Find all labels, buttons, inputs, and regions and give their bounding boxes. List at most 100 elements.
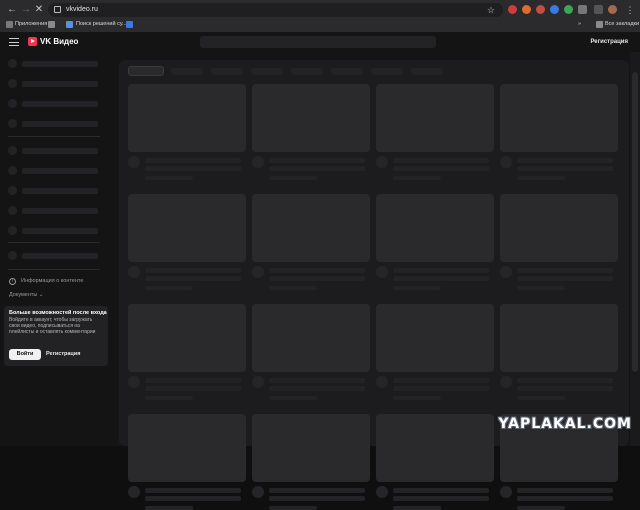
close-icon[interactable]: ✕ [33, 4, 45, 16]
skeleton-avatar [252, 156, 264, 168]
skeleton-tab[interactable] [371, 68, 403, 75]
skeleton-avatar [376, 156, 388, 168]
skeleton-line [517, 378, 613, 383]
skeleton-line [393, 396, 441, 400]
site-logo-text[interactable]: VK Видео [40, 37, 78, 47]
vk-logo-icon[interactable] [28, 37, 37, 46]
skeleton-thumbnail[interactable] [128, 304, 246, 372]
skeleton-tab[interactable] [331, 68, 363, 75]
sidebar-icon[interactable] [594, 5, 603, 14]
back-icon[interactable]: ← [6, 4, 18, 16]
scrollbar-thumb[interactable] [632, 72, 638, 372]
skeleton-line [145, 488, 241, 493]
more-bookmarks-icon[interactable]: » [578, 20, 581, 29]
extension-icon[interactable] [508, 5, 517, 14]
skeleton-icon [8, 206, 17, 215]
site-info-icon[interactable] [54, 6, 61, 13]
skeleton-line [269, 158, 365, 163]
skeleton-thumbnail[interactable] [128, 414, 246, 482]
login-promo-card: Больше возможностей после входа Войдите … [4, 306, 108, 366]
skeleton-thumbnail[interactable] [252, 414, 370, 482]
skeleton-line [22, 188, 98, 194]
extension-icon[interactable] [536, 5, 545, 14]
grid-icon[interactable] [48, 21, 55, 28]
skeleton-icon [8, 99, 17, 108]
menu-dots-icon[interactable]: ⋮ [624, 4, 636, 16]
skeleton-thumbnail[interactable] [500, 194, 618, 262]
skeleton-thumbnail[interactable] [128, 84, 246, 152]
skeleton-thumbnail[interactable] [128, 194, 246, 262]
skeleton-thumbnail[interactable] [500, 304, 618, 372]
skeleton-line [145, 506, 193, 510]
skeleton-line [393, 506, 441, 510]
register-button[interactable]: Регистрация [590, 38, 628, 46]
all-bookmarks[interactable]: Все закладки [605, 20, 639, 29]
skeleton-thumbnail[interactable] [252, 84, 370, 152]
skeleton-thumbnail[interactable] [252, 304, 370, 372]
menu-icon[interactable] [9, 38, 19, 46]
skeleton-line [517, 158, 613, 163]
url-text: vkvideo.ru [66, 4, 98, 16]
skeleton-thumbnail[interactable] [376, 304, 494, 372]
skeleton-thumbnail[interactable] [376, 194, 494, 262]
skeleton-line [22, 228, 98, 234]
skeleton-line [517, 506, 565, 510]
skeleton-line [269, 176, 317, 180]
skeleton-tab[interactable] [291, 68, 323, 75]
skeleton-line [393, 158, 489, 163]
skeleton-tab[interactable] [128, 66, 164, 76]
skeleton-line [22, 253, 98, 259]
skeleton-line [269, 286, 317, 290]
skeleton-line [145, 386, 241, 391]
skeleton-line [393, 378, 489, 383]
skeleton-thumbnail[interactable] [252, 194, 370, 262]
skeleton-icon [8, 59, 17, 68]
extension-icon[interactable] [564, 5, 573, 14]
star-icon[interactable]: ☆ [487, 3, 495, 17]
search-placeholder[interactable] [200, 36, 436, 48]
skeleton-tab[interactable] [211, 68, 243, 75]
address-bar[interactable]: vkvideo.ru ☆ [48, 3, 503, 17]
avatar[interactable] [608, 5, 617, 14]
card-title: Больше возможностей после входа [9, 310, 107, 317]
info-icon: i [9, 278, 16, 285]
skeleton-line [393, 386, 489, 391]
bookmark-apps[interactable]: Приложения [15, 20, 47, 29]
skeleton-line [269, 506, 317, 510]
skeleton-line [145, 268, 241, 273]
skeleton-thumbnail[interactable] [376, 414, 494, 482]
skeleton-line [145, 276, 241, 281]
skeleton-avatar [500, 266, 512, 278]
skeleton-line [22, 81, 98, 87]
skeleton-tab[interactable] [251, 68, 283, 75]
skeleton-avatar [500, 376, 512, 388]
skeleton-avatar [376, 266, 388, 278]
register-link[interactable]: Регистрация [46, 351, 80, 358]
skeleton-thumbnail[interactable] [500, 84, 618, 152]
login-button[interactable]: Войти [9, 349, 41, 360]
content-info-label: Информация о контенте [21, 278, 83, 285]
documents-dropdown[interactable]: Документы ⌄ [9, 292, 44, 299]
site-header: VK Видео Регистрация [0, 32, 640, 52]
skeleton-line [269, 396, 317, 400]
bookmark-item[interactable]: Поиск решений су... [76, 20, 127, 29]
divider [8, 242, 100, 243]
skeleton-tab[interactable] [171, 68, 203, 75]
skeleton-line [393, 276, 489, 281]
browser-toolbar: ← → ✕ vkvideo.ru ☆ ⋮ Приложения Поиск ре… [0, 0, 640, 32]
skeleton-thumbnail[interactable] [376, 84, 494, 152]
skeleton-line [145, 166, 241, 171]
skeleton-line [145, 176, 193, 180]
forward-icon[interactable]: → [20, 4, 32, 16]
skeleton-avatar [500, 486, 512, 498]
skeleton-avatar [500, 156, 512, 168]
bookmarks-bar: Приложения Поиск решений су... » Все зак… [0, 18, 640, 32]
skeleton-line [22, 168, 98, 174]
extension-icon[interactable] [550, 5, 559, 14]
skeleton-tab[interactable] [411, 68, 443, 75]
skeleton-line [22, 101, 98, 107]
extension-icon[interactable] [522, 5, 531, 14]
skeleton-line [517, 386, 613, 391]
puzzle-icon[interactable] [578, 5, 587, 14]
cloud-icon[interactable] [126, 21, 133, 28]
